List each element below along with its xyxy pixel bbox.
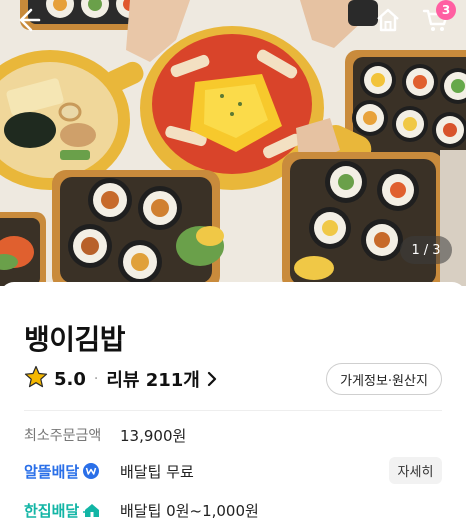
- thrifty-delivery-row: 알뜰배달 배달팁 무료: [24, 458, 442, 484]
- store-info-sheet: 뱅이김밥 5.0 · 리뷰 211개 가게정보·원산지 최소주문금액 13,90…: [0, 282, 466, 527]
- review-link[interactable]: 리뷰 211개: [106, 366, 218, 392]
- thrifty-delivery-value: 배달팁 무료: [120, 462, 194, 481]
- thrifty-detail-button[interactable]: 자세히: [389, 457, 442, 484]
- house-arrow-icon: [82, 501, 102, 519]
- store-detail-screen: 3 1 / 3 뱅이김밥 5.0 · 리뷰 211개 가게정보·원산지 최소주문…: [0, 0, 466, 527]
- onehouse-label-text: 한집배달: [24, 501, 80, 520]
- star-icon: [24, 365, 48, 393]
- dot-separator: ·: [93, 371, 99, 387]
- image-page-indicator: 1 / 3: [400, 236, 452, 264]
- thrifty-label-text: 알뜰배달: [24, 462, 80, 481]
- cart-count-badge: 3: [436, 0, 456, 20]
- page-total: 3: [432, 242, 441, 258]
- arrow-left-icon: [15, 7, 41, 33]
- food-photo: [0, 0, 466, 286]
- cart-button[interactable]: 3: [416, 0, 456, 40]
- home-button[interactable]: [368, 0, 408, 40]
- min-order-label: 최소주문금액: [24, 428, 102, 444]
- review-count: 리뷰 211개: [106, 370, 200, 391]
- thrifty-delivery-label: 알뜰배달: [24, 461, 120, 482]
- coin-w-icon: [82, 462, 100, 480]
- min-order-value: 13,900원: [120, 426, 187, 445]
- section-divider: [24, 410, 442, 411]
- min-order-row: 최소주문금액 13,900원: [24, 422, 442, 448]
- rating-value: 5.0: [54, 368, 86, 390]
- home-icon: [375, 7, 401, 33]
- store-name: 뱅이김밥: [24, 323, 126, 356]
- back-button[interactable]: [8, 0, 48, 40]
- page-separator: /: [423, 242, 429, 258]
- store-info-origin-button[interactable]: 가게정보·원산지: [326, 363, 442, 395]
- onehouse-delivery-row: 한집배달 배달팁 0원~1,000원: [24, 497, 442, 523]
- rating-row: 5.0 · 리뷰 211개: [24, 364, 218, 394]
- page-current: 1: [411, 242, 420, 258]
- onehouse-delivery-label: 한집배달: [24, 500, 120, 521]
- onehouse-delivery-value: 배달팁 0원~1,000원: [120, 501, 259, 520]
- chevron-right-icon: [206, 371, 218, 387]
- store-hero-image[interactable]: 3 1 / 3: [0, 0, 466, 286]
